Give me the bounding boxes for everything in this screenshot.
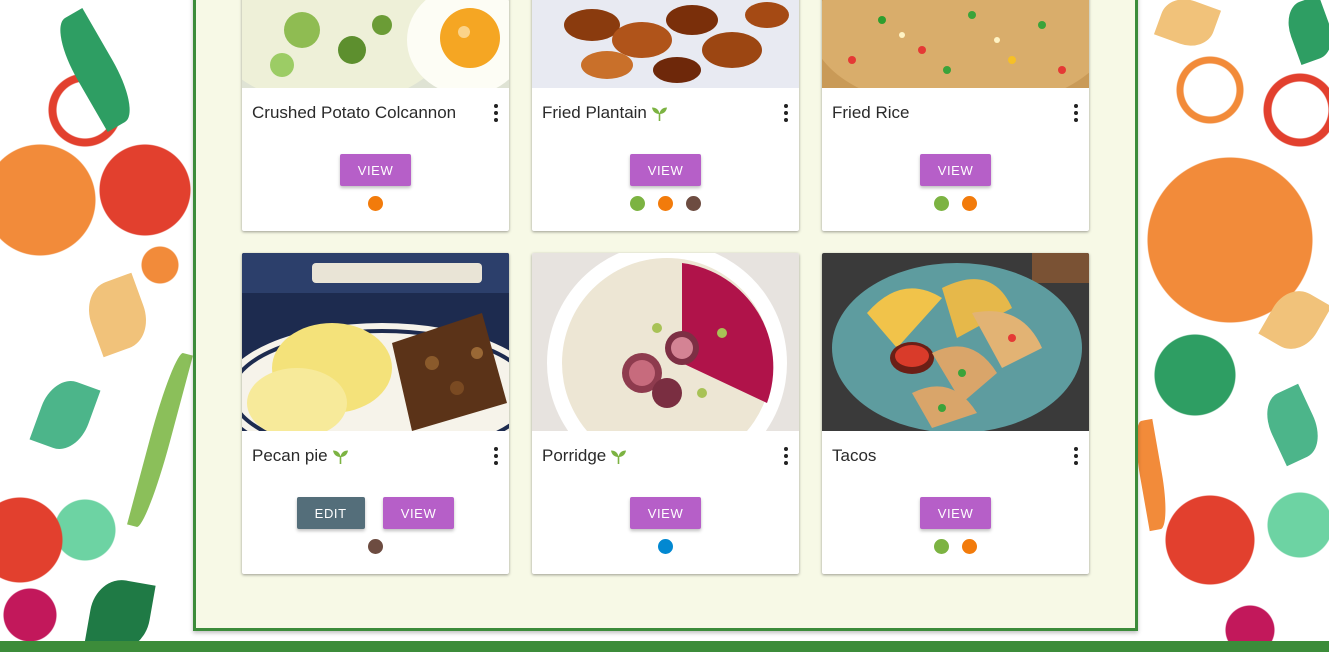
category-dot <box>658 196 673 211</box>
view-button[interactable]: VIEW <box>382 497 455 529</box>
recipe-title: Fried Plantain <box>542 103 668 123</box>
recipe-image[interactable] <box>822 0 1089 88</box>
leaf-decoration <box>1258 281 1329 359</box>
vegetarian-sprout-icon <box>332 449 349 464</box>
category-tags <box>242 196 509 211</box>
view-button[interactable]: VIEW <box>629 154 702 186</box>
footer-bar <box>0 641 1329 652</box>
recipe-title: Crushed Potato Colcannon <box>252 103 456 123</box>
leaf-decoration <box>47 8 143 132</box>
view-button[interactable]: VIEW <box>919 154 992 186</box>
recipe-card: Pecan pie EDIT VIEW <box>242 253 509 574</box>
category-dot <box>658 539 673 554</box>
category-dot <box>368 196 383 211</box>
card-title-row: Pecan pie <box>242 431 509 481</box>
card-actions: VIEW <box>242 154 509 186</box>
vegetarian-sprout-icon <box>610 449 627 464</box>
recipe-title-text: Crushed Potato Colcannon <box>252 103 457 122</box>
leaf-decoration <box>1153 0 1222 54</box>
more-options-icon[interactable] <box>1073 104 1079 122</box>
recipe-image[interactable] <box>532 253 799 431</box>
category-dot <box>962 196 977 211</box>
recipe-title: Porridge <box>542 446 627 466</box>
leaf-decoration <box>79 272 156 358</box>
card-title-row: Tacos <box>822 431 1089 481</box>
card-title-row: Fried Rice <box>822 88 1089 138</box>
more-options-icon[interactable] <box>1073 447 1079 465</box>
recipe-card: Porridge VIEW <box>532 253 799 574</box>
category-dot <box>368 539 383 554</box>
category-tags <box>822 196 1089 211</box>
recipe-card: Fried Rice VIEW <box>822 0 1089 231</box>
recipe-card: Fried Plantain VIEW <box>532 0 799 231</box>
category-tags <box>532 196 799 211</box>
card-actions: VIEW <box>822 497 1089 529</box>
recipe-title: Fried Rice <box>832 103 909 123</box>
category-tags <box>532 539 799 554</box>
recipe-image[interactable] <box>242 0 509 88</box>
view-button[interactable]: VIEW <box>919 497 992 529</box>
more-options-icon[interactable] <box>493 104 499 122</box>
card-actions: VIEW <box>822 154 1089 186</box>
category-dot <box>934 196 949 211</box>
leaf-decoration <box>29 373 101 457</box>
view-button[interactable]: VIEW <box>339 154 412 186</box>
recipe-grid: Crushed Potato Colcannon VIEW Fried Planta… <box>242 0 1089 574</box>
recipe-title-text: Fried Plantain <box>542 103 647 122</box>
card-title-row: Fried Plantain <box>532 88 799 138</box>
category-dot <box>686 196 701 211</box>
recipe-title-text: Tacos <box>832 446 877 465</box>
leaf-decoration <box>1280 0 1329 66</box>
recipe-image[interactable] <box>822 253 1089 431</box>
card-actions: EDIT VIEW <box>242 497 509 529</box>
card-title-row: Porridge <box>532 431 799 481</box>
card-actions: VIEW <box>532 497 799 529</box>
more-options-icon[interactable] <box>493 447 499 465</box>
edit-button[interactable]: EDIT <box>296 497 365 529</box>
category-dot <box>934 539 949 554</box>
leaf-decoration <box>1257 383 1328 467</box>
recipe-image[interactable] <box>242 253 509 431</box>
recipe-title-text: Pecan pie <box>252 446 328 465</box>
recipe-title-text: Porridge <box>542 446 607 465</box>
recipe-title-text: Fried Rice <box>832 103 910 122</box>
recipe-card: Tacos VIEW <box>822 253 1089 574</box>
category-dot <box>962 539 977 554</box>
category-tags <box>242 539 509 554</box>
more-options-icon[interactable] <box>783 447 789 465</box>
card-title-row: Crushed Potato Colcannon <box>242 88 509 138</box>
card-actions: VIEW <box>532 154 799 186</box>
leaf-decoration <box>127 350 193 530</box>
category-tags <box>822 539 1089 554</box>
vegetarian-sprout-icon <box>651 106 668 121</box>
recipe-card: Crushed Potato Colcannon VIEW <box>242 0 509 231</box>
recipe-title: Tacos <box>832 446 876 466</box>
more-options-icon[interactable] <box>783 104 789 122</box>
category-dot <box>630 196 645 211</box>
view-button[interactable]: VIEW <box>629 497 702 529</box>
recipe-image[interactable] <box>532 0 799 88</box>
recipe-title: Pecan pie <box>252 446 349 466</box>
